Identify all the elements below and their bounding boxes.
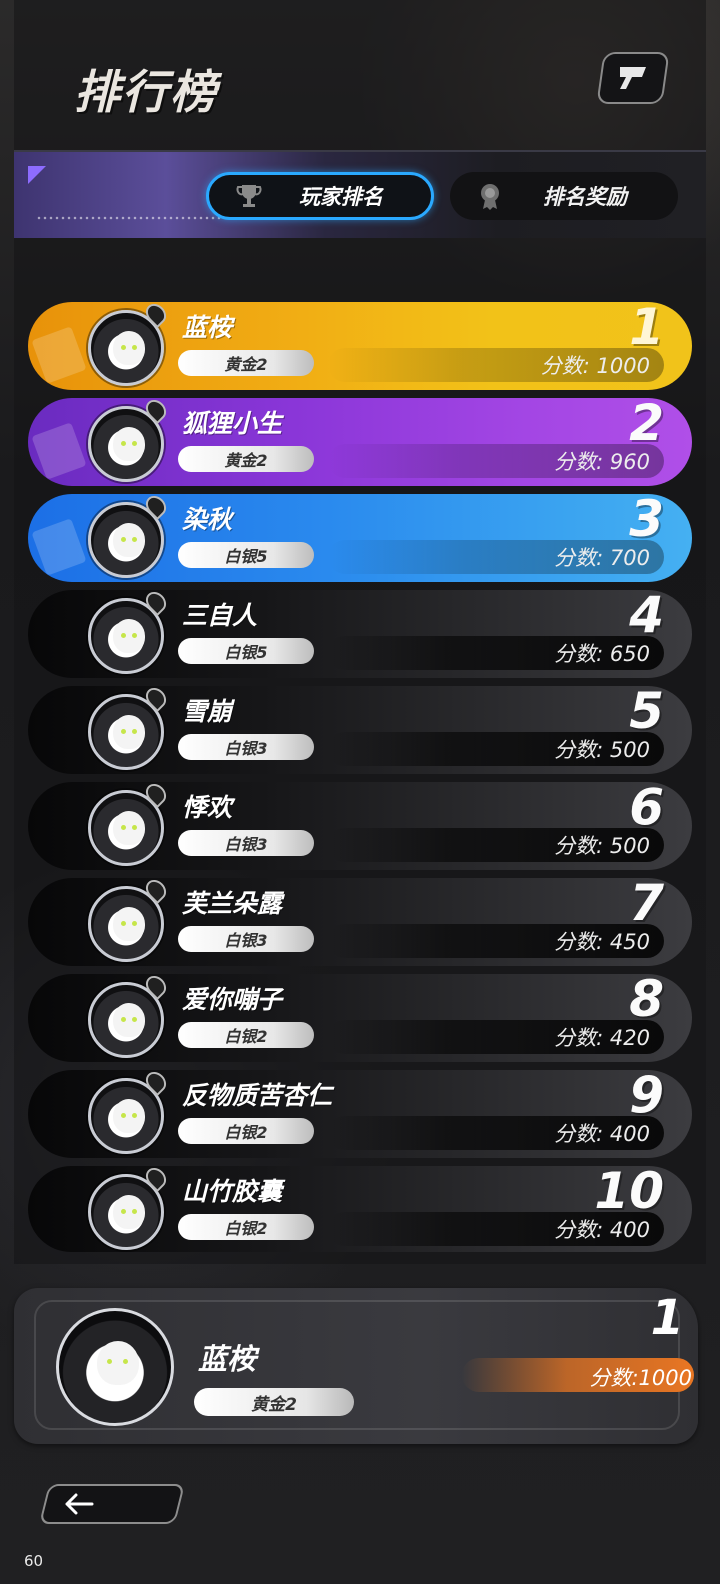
rank-number: 10 — [594, 1166, 664, 1220]
leaderboard-row[interactable]: 爱你嘣子 白银2 分数: 420 8 — [28, 974, 692, 1062]
page-title: 排行榜 — [74, 65, 218, 119]
avatar — [88, 686, 171, 770]
avatar — [88, 302, 171, 386]
row-decoration — [31, 326, 87, 384]
avatar — [88, 494, 171, 578]
my-avatar — [56, 1308, 174, 1426]
player-name: 狐狸小生 — [182, 409, 283, 438]
player-name: 芙兰朵露 — [182, 889, 283, 918]
avatar — [88, 1070, 171, 1154]
trophy-icon — [229, 182, 269, 210]
leaderboard-row[interactable]: 雪崩 白银3 分数: 500 5 — [28, 686, 692, 774]
player-name: 爱你嘣子 — [182, 985, 283, 1014]
player-name: 悸欢 — [182, 793, 233, 822]
my-rank-number: 1 — [650, 1290, 684, 1346]
share-arrow-icon — [620, 67, 646, 89]
rank-number: 1 — [629, 302, 664, 356]
tier-badge: 白银5 — [178, 638, 314, 664]
tier-badge: 黄金2 — [178, 446, 314, 472]
my-tier-badge: 黄金2 — [194, 1388, 354, 1416]
tier-badge: 白银2 — [178, 1214, 314, 1240]
rank-number: 3 — [629, 494, 664, 548]
avatar — [88, 878, 171, 962]
player-name: 染秋 — [182, 505, 233, 534]
rank-number: 6 — [629, 782, 664, 836]
leaderboard-row[interactable]: 悸欢 白银3 分数: 500 6 — [28, 782, 692, 870]
tab-label: 排名奖励 — [543, 185, 627, 209]
tier-badge: 白银3 — [178, 830, 314, 856]
avatar — [88, 1166, 171, 1250]
leaderboard-row[interactable]: 山竹胶囊 白银2 分数: 400 10 — [28, 1166, 692, 1252]
avatar — [88, 398, 171, 482]
leaderboard-row[interactable]: 蓝桉 黄金2 分数: 1000 1 — [28, 302, 692, 390]
tab-label: 玩家排名 — [299, 185, 383, 209]
avatar — [88, 590, 171, 674]
player-name: 雪崩 — [182, 697, 233, 726]
row-decoration — [31, 518, 87, 576]
tier-badge: 白银5 — [178, 542, 314, 568]
back-button[interactable] — [39, 1484, 185, 1524]
leaderboard-row[interactable]: 芙兰朵露 白银3 分数: 450 7 — [28, 878, 692, 966]
leaderboard-row[interactable]: 三自人 白银5 分数: 650 4 — [28, 590, 692, 678]
back-arrow-icon — [65, 1493, 94, 1515]
avatar — [88, 974, 171, 1058]
rank-number: 9 — [629, 1070, 664, 1124]
tier-badge: 白银2 — [178, 1022, 314, 1048]
tier-badge: 白银3 — [178, 734, 314, 760]
rank-number: 8 — [629, 974, 664, 1028]
tab-ranking-rewards[interactable]: 排名奖励 — [450, 172, 678, 220]
medal-icon — [470, 181, 510, 211]
player-name: 反物质苦杏仁 — [182, 1081, 333, 1110]
corner-mark — [28, 166, 46, 184]
player-name: 三自人 — [182, 601, 258, 630]
fps-counter: 60 — [24, 1552, 44, 1570]
tier-badge: 白银2 — [178, 1118, 314, 1144]
player-name: 山竹胶囊 — [182, 1177, 283, 1206]
share-button[interactable] — [596, 52, 670, 104]
tier-badge: 白银3 — [178, 926, 314, 952]
row-decoration — [31, 422, 87, 480]
leaderboard-row[interactable]: 反物质苦杏仁 白银2 分数: 400 9 — [28, 1070, 692, 1158]
tier-badge: 黄金2 — [178, 350, 314, 376]
rank-number: 7 — [629, 878, 664, 932]
my-player-name: 蓝桉 — [198, 1342, 257, 1376]
rank-number: 4 — [629, 590, 664, 644]
avatar — [88, 782, 171, 866]
rank-number: 2 — [629, 398, 664, 452]
leaderboard-row[interactable]: 狐狸小生 黄金2 分数: 960 2 — [28, 398, 692, 486]
leaderboard-row[interactable]: 染秋 白银5 分数: 700 3 — [28, 494, 692, 582]
rank-number: 5 — [629, 686, 664, 740]
player-name: 蓝桉 — [182, 313, 233, 342]
tab-player-ranking[interactable]: 玩家排名 — [206, 172, 434, 220]
my-score: 分数:1000 — [589, 1366, 692, 1390]
